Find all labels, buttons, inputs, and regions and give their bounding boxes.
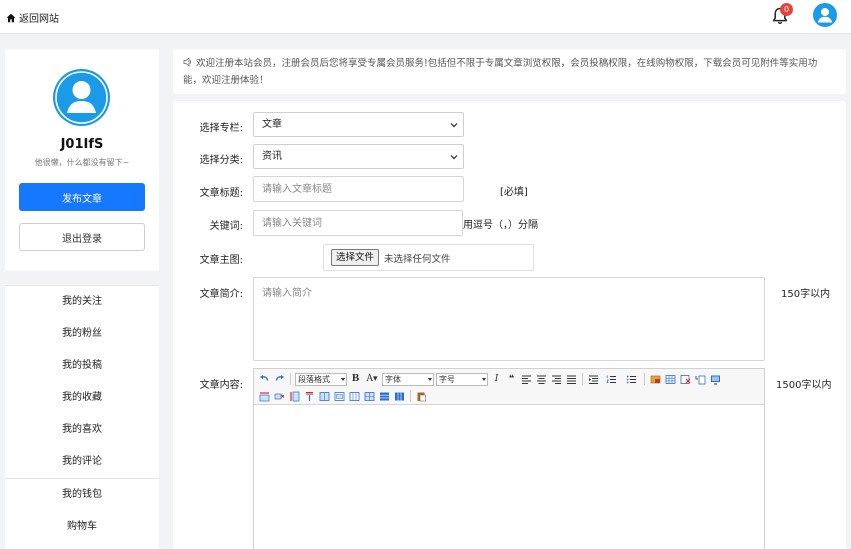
insert-row-icon[interactable] bbox=[694, 373, 707, 386]
align-justify-icon[interactable] bbox=[565, 373, 578, 386]
user-avatar-icon[interactable] bbox=[813, 3, 837, 27]
title-input[interactable] bbox=[253, 176, 464, 202]
insert-row-above-icon[interactable] bbox=[258, 390, 271, 403]
align-left-icon[interactable] bbox=[520, 373, 533, 386]
home-icon bbox=[6, 13, 16, 22]
category-select[interactable]: 资讯 bbox=[253, 144, 464, 169]
top-bar: 返回网站 0 bbox=[0, 0, 851, 34]
content-limit: 1500字以内 bbox=[776, 380, 832, 391]
split-rows-icon[interactable] bbox=[378, 390, 391, 403]
back-to-site-link[interactable]: 返回网站 bbox=[6, 10, 59, 25]
fullscreen-icon[interactable] bbox=[709, 373, 722, 386]
content-label: 文章内容: bbox=[199, 380, 243, 391]
split-cells-icon[interactable] bbox=[363, 390, 376, 403]
merge-cells-icon[interactable] bbox=[318, 390, 331, 403]
bold-icon[interactable]: B bbox=[349, 373, 362, 386]
summary-limit: 150字以内 bbox=[781, 289, 831, 300]
menu-item-fans[interactable]: 我的粉丝 bbox=[5, 318, 159, 350]
editor-content-area[interactable] bbox=[254, 405, 764, 549]
merge-down-icon[interactable] bbox=[348, 390, 361, 403]
menu-item-comments[interactable]: 我的评论 bbox=[5, 446, 159, 478]
image-file-picker: 选择文件 未选择任何文件 bbox=[323, 244, 534, 271]
user-menu: 我的关注 我的粉丝 我的投稿 我的收藏 我的喜欢 我的评论 我的钱包 购物车 bbox=[5, 285, 159, 549]
rich-text-editor: 段落格式 B A▾ 字体 字号 I ❝ bbox=[253, 368, 765, 549]
insert-image-icon[interactable] bbox=[649, 373, 662, 386]
toolbar-separator bbox=[410, 390, 411, 402]
toolbar-separator bbox=[644, 373, 645, 385]
logout-button[interactable]: 退出登录 bbox=[19, 223, 145, 251]
chevron-down-icon bbox=[450, 155, 458, 160]
choose-file-button[interactable]: 选择文件 bbox=[331, 249, 380, 266]
quote-icon[interactable]: ❝ bbox=[505, 373, 518, 386]
font-size-label: 字号 bbox=[439, 374, 455, 384]
chevron-down-icon bbox=[450, 123, 458, 128]
back-to-site-label: 返回网站 bbox=[19, 14, 59, 25]
menu-item-likes[interactable]: 我的喜欢 bbox=[5, 414, 159, 446]
notification-badge: 0 bbox=[780, 3, 793, 16]
summary-label: 文章简介: bbox=[199, 289, 243, 300]
column-select-value: 文章 bbox=[262, 119, 282, 130]
user-card: J01IfS 他很懒，什么都没有留下~ 发布文章 退出登录 bbox=[5, 49, 159, 271]
ordered-list-icon[interactable] bbox=[602, 373, 620, 386]
font-size-select[interactable]: 字号 bbox=[436, 372, 488, 386]
align-center-icon[interactable] bbox=[535, 373, 548, 386]
column-select[interactable]: 文章 bbox=[253, 112, 464, 137]
paragraph-format-select[interactable]: 段落格式 bbox=[295, 372, 347, 386]
editor-toolbar: 段落格式 B A▾ 字体 字号 I ❝ bbox=[254, 369, 764, 405]
undo-icon[interactable] bbox=[258, 373, 271, 386]
notice-text: 欢迎注册本站会员，注册会员后您将享受专属会员服务!包括但不限于专属文章浏览权限，… bbox=[183, 58, 818, 86]
title-label: 文章标题: bbox=[199, 188, 243, 199]
notification-button[interactable]: 0 bbox=[770, 3, 793, 28]
redo-icon[interactable] bbox=[273, 373, 286, 386]
menu-item-favorites[interactable]: 我的收藏 bbox=[5, 382, 159, 414]
merge-right-icon[interactable] bbox=[333, 390, 346, 403]
chevron-down-icon bbox=[341, 377, 345, 381]
delete-column-icon[interactable] bbox=[303, 390, 316, 403]
menu-item-cart[interactable]: 购物车 bbox=[5, 511, 159, 543]
username: J01IfS bbox=[60, 137, 104, 152]
menu-item-wallet[interactable]: 我的钱包 bbox=[5, 479, 159, 511]
keywords-hint: 用逗号（，）分隔 bbox=[463, 220, 538, 231]
article-form: 选择专栏: 文章 选择分类: 资讯 文章标题: [必填] 关键词: 用逗号（，）… bbox=[173, 101, 846, 549]
title-required-hint: [必填] bbox=[500, 187, 528, 198]
profile-avatar-icon bbox=[53, 69, 110, 126]
image-label: 文章主图: bbox=[199, 255, 243, 266]
chevron-down-icon bbox=[482, 377, 486, 381]
toolbar-separator bbox=[582, 373, 583, 385]
split-columns-icon[interactable] bbox=[393, 390, 406, 403]
italic-icon[interactable]: I bbox=[490, 373, 503, 386]
indent-icon[interactable] bbox=[587, 373, 600, 386]
menu-item-following[interactable]: 我的关注 bbox=[5, 286, 159, 318]
category-label: 选择分类: bbox=[199, 155, 243, 166]
align-right-icon[interactable] bbox=[550, 373, 563, 386]
font-color-icon[interactable]: A▾ bbox=[364, 373, 380, 386]
file-status: 未选择任何文件 bbox=[384, 254, 451, 265]
delete-table-icon[interactable] bbox=[679, 373, 692, 386]
publish-article-button[interactable]: 发布文章 bbox=[19, 183, 145, 211]
insert-table-icon[interactable] bbox=[664, 373, 677, 386]
font-family-select[interactable]: 字体 bbox=[382, 372, 434, 386]
font-family-label: 字体 bbox=[385, 374, 401, 384]
paste-icon[interactable] bbox=[415, 390, 428, 403]
column-label: 选择专栏: bbox=[199, 123, 243, 134]
insert-column-icon[interactable] bbox=[288, 390, 301, 403]
speaker-icon bbox=[183, 57, 192, 67]
keywords-label: 关键词: bbox=[209, 221, 243, 232]
summary-textarea[interactable] bbox=[253, 277, 765, 361]
notice-banner: 欢迎注册本站会员，注册会员后您将享受专属会员服务!包括但不限于专属文章浏览权限，… bbox=[173, 49, 846, 94]
keywords-input[interactable] bbox=[253, 210, 463, 236]
menu-item-submissions[interactable]: 我的投稿 bbox=[5, 350, 159, 382]
unordered-list-icon[interactable] bbox=[622, 373, 640, 386]
toolbar-separator bbox=[290, 373, 291, 385]
chevron-down-icon bbox=[428, 377, 432, 381]
user-signature: 他很懒，什么都没有留下~ bbox=[34, 158, 130, 167]
category-select-value: 资讯 bbox=[262, 151, 282, 162]
delete-row-icon[interactable] bbox=[273, 390, 286, 403]
paragraph-format-label: 段落格式 bbox=[298, 374, 330, 384]
